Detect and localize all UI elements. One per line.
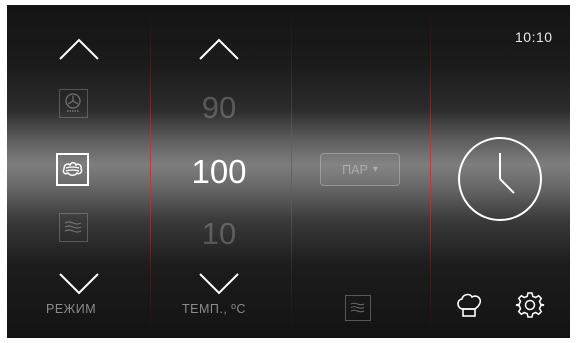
clock-icon[interactable] — [456, 135, 544, 223]
column-divider — [150, 5, 151, 338]
mode-up-chevron-icon[interactable] — [57, 36, 101, 62]
steam-mode-icon — [62, 162, 83, 176]
grill-mode-icon — [64, 221, 82, 233]
chef-hat-icon[interactable] — [453, 289, 485, 321]
steam-select-button[interactable]: ПАР ▾ — [320, 153, 400, 186]
mode-fan-option[interactable] — [59, 89, 88, 118]
temperature-column-label: ТЕМП., ºC — [182, 302, 246, 316]
temperature-next-value[interactable]: 10 — [179, 216, 259, 252]
steam-level-icon — [350, 302, 365, 313]
temperature-current-value[interactable]: 100 — [179, 153, 259, 191]
dropdown-arrow-icon: ▾ — [372, 164, 378, 175]
mode-column-label: РЕЖИМ — [46, 302, 97, 316]
gear-icon[interactable] — [515, 290, 545, 320]
column-divider — [430, 5, 431, 338]
fan-mode-icon — [65, 93, 81, 112]
column-divider — [291, 5, 292, 338]
temperature-down-chevron-icon[interactable] — [197, 271, 241, 297]
steam-button-label: ПАР — [342, 162, 368, 177]
temperature-prev-value[interactable]: 90 — [179, 90, 259, 126]
steam-level-button[interactable] — [345, 295, 371, 321]
mode-grill-option[interactable] — [59, 213, 88, 242]
temperature-up-chevron-icon[interactable] — [197, 36, 241, 62]
mode-down-chevron-icon[interactable] — [57, 271, 101, 297]
oven-control-screen: 10:10 РЕЖИМ 90 100 10 ТЕМП., ºC ПАР ▾ — [7, 5, 570, 338]
current-time: 10:10 — [515, 29, 553, 45]
mode-steam-option[interactable] — [56, 153, 89, 186]
